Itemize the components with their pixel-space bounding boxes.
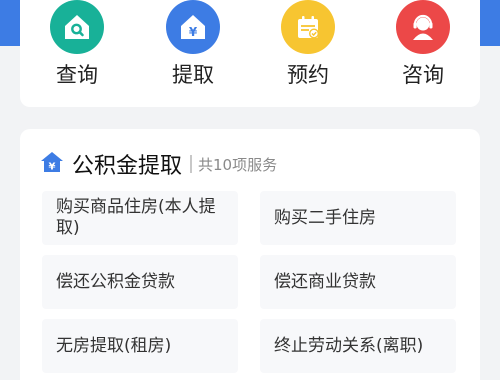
quick-action-label: 提取: [172, 63, 214, 87]
quick-action-withdraw-button[interactable]: ¥ 提取: [148, 0, 238, 96]
customer-service-icon: [396, 0, 450, 54]
service-item[interactable]: 购买二手住房: [260, 191, 456, 245]
section-divider: [190, 155, 193, 173]
service-item[interactable]: 无房提取(租房): [42, 319, 238, 373]
calendar-check-icon: [281, 0, 335, 54]
svg-text:¥: ¥: [49, 162, 56, 173]
quick-action-label: 预约: [287, 63, 329, 87]
svg-text:¥: ¥: [189, 25, 198, 39]
service-item[interactable]: 终止劳动关系(离职): [260, 319, 456, 373]
quick-action-label: 查询: [56, 63, 98, 87]
section-title: 公积金提取: [72, 154, 183, 179]
quick-action-appointment-button[interactable]: 预约: [263, 0, 353, 96]
quick-action-consult-button[interactable]: 咨询: [378, 0, 468, 96]
section-subtitle: 共10项服务: [198, 155, 278, 174]
service-item[interactable]: 购买商品住房(本人提取): [42, 191, 238, 245]
service-item[interactable]: 偿还公积金贷款: [42, 255, 238, 309]
quick-action-label: 咨询: [402, 63, 444, 87]
service-item[interactable]: 偿还商业贷款: [260, 255, 456, 309]
quick-actions-card: 查询 ¥ 提取 预约 咨询: [20, 0, 480, 107]
house-yuan-icon: ¥: [166, 0, 220, 54]
house-search-icon: [50, 0, 104, 54]
quick-action-query-button[interactable]: 查询: [32, 0, 122, 96]
section-header: ¥ 公积金提取 共10项服务: [40, 149, 277, 179]
withdrawal-section-card: ¥ 公积金提取 共10项服务 购买商品住房(本人提取) 购买二手住房 偿还公积金…: [20, 129, 480, 380]
house-yuan-icon: ¥: [40, 150, 64, 178]
